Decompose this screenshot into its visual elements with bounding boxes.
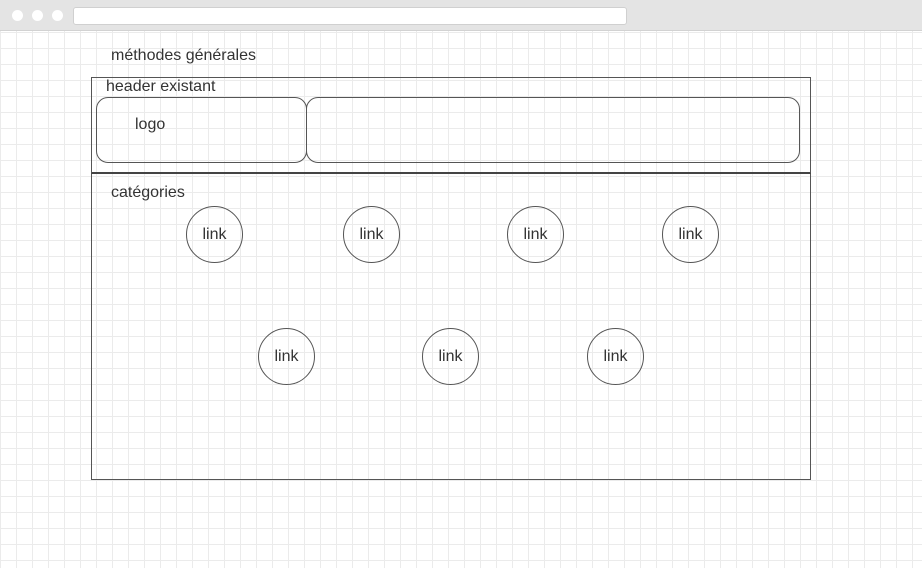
address-bar[interactable]: [73, 7, 627, 25]
categories-label: catégories: [111, 184, 185, 201]
browser-chrome: [0, 0, 922, 31]
logo-area[interactable]: [96, 97, 307, 163]
category-link[interactable]: link: [186, 206, 243, 263]
page-title: méthodes générales: [111, 47, 256, 64]
category-link[interactable]: link: [507, 206, 564, 263]
logo-label: logo: [135, 116, 166, 133]
category-link[interactable]: link: [343, 206, 400, 263]
window-minimize-icon[interactable]: [32, 10, 43, 21]
window-maximize-icon[interactable]: [52, 10, 63, 21]
header-content-area[interactable]: [306, 97, 800, 163]
window-close-icon[interactable]: [12, 10, 23, 21]
category-link[interactable]: link: [662, 206, 719, 263]
category-link[interactable]: link: [258, 328, 315, 385]
category-link[interactable]: link: [587, 328, 644, 385]
category-link[interactable]: link: [422, 328, 479, 385]
header-label: header existant: [106, 78, 216, 95]
